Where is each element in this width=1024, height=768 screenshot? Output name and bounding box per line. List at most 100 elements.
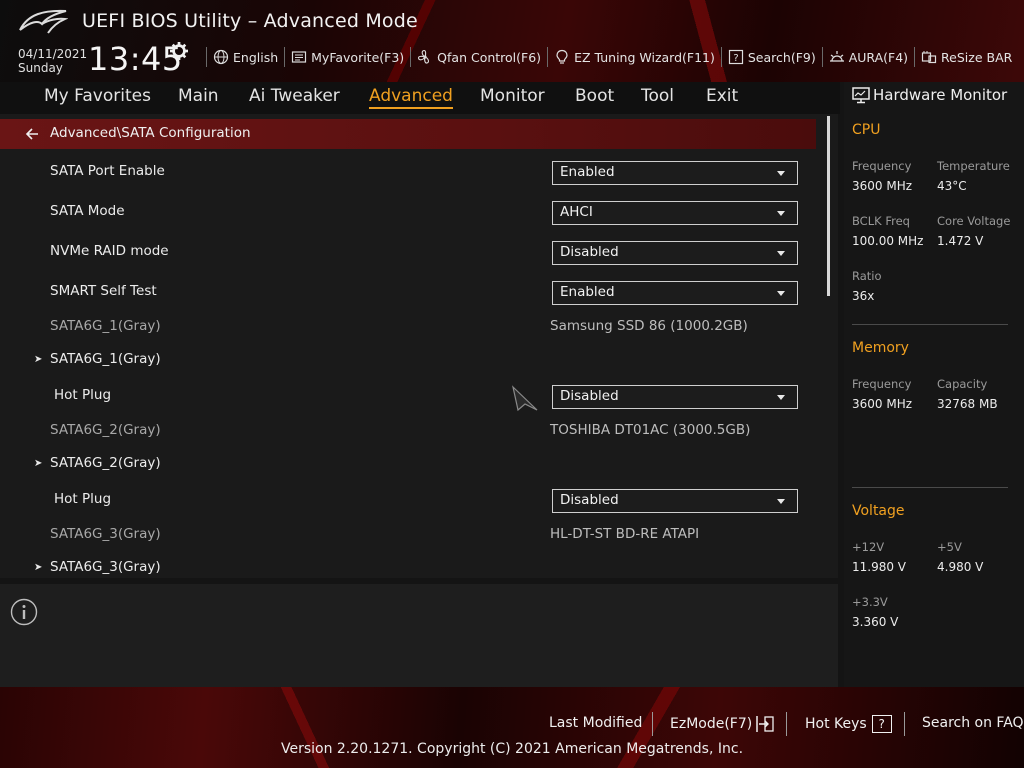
sata-port-enable-dropdown[interactable]: Enabled — [552, 161, 798, 185]
dropdown-value: Disabled — [560, 492, 619, 508]
toolbar-divider — [547, 47, 549, 67]
language-label: English — [233, 49, 279, 65]
dropdown-value: Enabled — [560, 284, 615, 300]
cpu-temperature-value: 43°C — [937, 179, 967, 193]
smart-self-test-label: SMART Self Test — [50, 283, 157, 299]
gear-icon[interactable] — [170, 42, 188, 60]
bclk-freq-label: BCLK Freq — [852, 214, 910, 228]
footer-bar: Last Modified EzMode(F7) Hot Keys ? Sear… — [0, 687, 1024, 768]
hot-plug-1-dropdown[interactable]: Disabled — [552, 385, 798, 409]
myfavorite-label: MyFavorite(F3) — [311, 49, 405, 65]
aura-button[interactable]: AURA(F4) — [829, 49, 908, 65]
tab-tool[interactable]: Tool — [641, 86, 674, 106]
monitor-icon — [852, 87, 870, 104]
v33-value: 3.360 V — [852, 615, 899, 629]
hardware-monitor-title: Hardware Monitor — [873, 86, 1008, 104]
memory-section-title: Memory — [852, 340, 909, 356]
sata-port-enable-label: SATA Port Enable — [50, 163, 165, 179]
resize-bar-label: ReSize BAR — [941, 49, 1013, 65]
date-text: 04/11/2021 — [18, 47, 88, 61]
cpu-temperature-label: Temperature — [937, 159, 1010, 173]
section-divider — [852, 324, 1008, 325]
search-label: Search(F9) — [747, 49, 816, 65]
footer-divider — [786, 712, 787, 736]
exit-to-ezmode-icon — [756, 716, 774, 732]
nvme-raid-mode-dropdown[interactable]: Disabled — [552, 241, 798, 265]
tab-boot[interactable]: Boot — [575, 86, 614, 106]
search-help-icon: ? — [728, 49, 743, 65]
tab-monitor[interactable]: Monitor — [480, 86, 545, 106]
sata6g-3-submenu[interactable]: SATA6G_3(Gray) — [50, 559, 161, 575]
memory-capacity-value: 32768 MB — [937, 397, 998, 411]
aura-label: AURA(F4) — [848, 49, 909, 65]
cpu-frequency-label: Frequency — [852, 159, 912, 173]
ez-tuning-wizard-button[interactable]: EZ Tuning Wizard(F11) — [554, 49, 715, 65]
hardware-monitor-panel: Hardware Monitor CPU Frequency Temperatu… — [844, 82, 1024, 687]
qfan-control-button[interactable]: Qfan Control(F6) — [417, 49, 541, 65]
day-text: Sunday — [18, 61, 63, 75]
dropdown-value: Disabled — [560, 244, 619, 260]
help-panel — [0, 584, 838, 687]
submenu-arrow-icon: ➤ — [34, 458, 43, 469]
hot-keys-button[interactable]: Hot Keys ? — [805, 715, 892, 733]
v12-label: +12V — [852, 540, 885, 554]
sata6g-1-device: Samsung SSD 86 (1000.2GB) — [550, 318, 748, 334]
caret-down-icon — [777, 291, 785, 296]
aura-icon — [829, 51, 844, 62]
smart-self-test-dropdown[interactable]: Enabled — [552, 281, 798, 305]
last-modified-button[interactable]: Last Modified — [549, 715, 642, 731]
qfan-control-label: Qfan Control(F6) — [437, 49, 542, 65]
rog-logo-icon — [19, 9, 68, 34]
svg-text:?: ? — [733, 53, 738, 64]
caret-down-icon — [777, 499, 785, 504]
memory-frequency-value: 3600 MHz — [852, 397, 913, 411]
submenu-arrow-icon: ➤ — [34, 562, 43, 573]
sata6g-3-device: HL-DT-ST BD-RE ATAPI — [550, 526, 700, 542]
breadcrumb-path: Advanced\SATA Configuration — [50, 125, 251, 141]
tab-main[interactable]: Main — [178, 86, 219, 106]
mouse-cursor-icon — [511, 385, 538, 412]
toolbar-divider — [821, 47, 823, 67]
tab-advanced[interactable]: Advanced — [369, 86, 453, 109]
search-button[interactable]: ? Search(F9) — [728, 49, 816, 65]
toolbar-divider — [914, 47, 916, 67]
language-button[interactable]: English — [213, 49, 278, 65]
sata6g-2-info-label: SATA6G_2(Gray) — [50, 422, 161, 438]
memory-capacity-label: Capacity — [937, 377, 988, 391]
ratio-label: Ratio — [852, 269, 882, 283]
hot-plug-2-dropdown[interactable]: Disabled — [552, 489, 798, 513]
v5-value: 4.980 V — [937, 560, 984, 574]
sata-mode-dropdown[interactable]: AHCI — [552, 201, 798, 225]
back-arrow-icon[interactable] — [24, 126, 40, 142]
hot-plug-1-label: Hot Plug — [54, 387, 112, 403]
sata6g-2-device: TOSHIBA DT01AC (3000.5GB) — [550, 422, 751, 438]
cpu-frequency-value: 3600 MHz — [852, 179, 913, 193]
tab-ai-tweaker[interactable]: Ai Tweaker — [249, 86, 340, 106]
tab-exit[interactable]: Exit — [706, 86, 738, 106]
search-on-faq-button[interactable]: Search on FAQ — [922, 715, 1024, 731]
sata-mode-label: SATA Mode — [50, 203, 125, 219]
hot-plug-2-label: Hot Plug — [54, 491, 112, 507]
myfavorite-button[interactable]: MyFavorite(F3) — [291, 49, 404, 65]
header-toolbar: English MyFavorite(F3) Qfan Control(F6) … — [200, 46, 1012, 68]
sata6g-1-info-label: SATA6G_1(Gray) — [50, 318, 161, 334]
breadcrumb[interactable]: Advanced\SATA Configuration — [0, 119, 816, 149]
sata6g-1-submenu[interactable]: SATA6G_1(Gray) — [50, 351, 161, 367]
copyright-text: Version 2.20.1271. Copyright (C) 2021 Am… — [280, 741, 744, 757]
fan-icon — [418, 49, 430, 64]
tab-my-favorites[interactable]: My Favorites — [44, 86, 151, 106]
ezmode-button[interactable]: EzMode(F7) — [670, 715, 775, 733]
submenu-arrow-icon: ➤ — [34, 354, 43, 365]
sata6g-2-submenu[interactable]: SATA6G_2(Gray) — [50, 455, 161, 471]
app-title: UEFI BIOS Utility – Advanced Mode — [82, 10, 418, 32]
settings-scrollbar[interactable] — [827, 116, 830, 296]
v12-value: 11.980 V — [852, 560, 907, 574]
v5-label: +5V — [937, 540, 962, 554]
toolbar-divider — [720, 47, 722, 67]
toolbar-divider — [410, 47, 412, 67]
resize-bar-button[interactable]: ReSize BAR — [921, 49, 1012, 65]
ezmode-label: EzMode(F7) — [670, 716, 753, 732]
ez-tuning-wizard-label: EZ Tuning Wizard(F11) — [574, 49, 715, 65]
core-voltage-label: Core Voltage — [937, 214, 1011, 228]
dropdown-value: Disabled — [560, 388, 619, 404]
